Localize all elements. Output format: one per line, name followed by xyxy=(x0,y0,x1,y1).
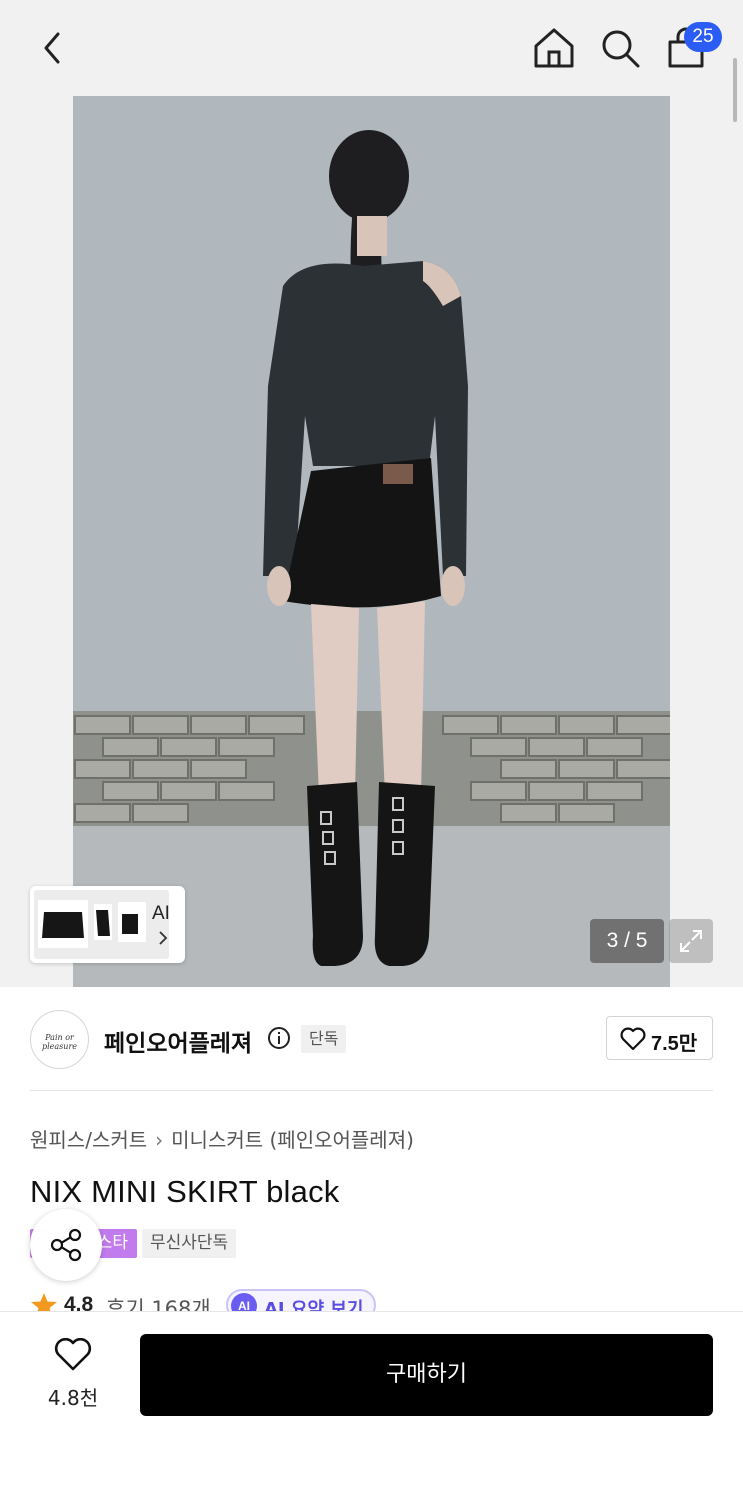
rating-row: 4.8 후기 168개 AI AI 요약 보기 xyxy=(30,1289,430,1312)
heart-icon xyxy=(620,1027,646,1051)
brand-like-button[interactable]: 7.5만 xyxy=(606,1016,713,1060)
product-title: NIX MINI SKIRT black xyxy=(30,1174,340,1209)
back-button[interactable] xyxy=(34,28,74,68)
ai-icon: AI xyxy=(231,1293,257,1312)
similar-items-thumbnail xyxy=(34,890,169,959)
divider xyxy=(30,1090,713,1091)
ai-summary-button[interactable]: AI AI 요약 보기 xyxy=(226,1289,376,1312)
chevron-left-icon xyxy=(44,32,60,64)
breadcrumb-subcategory[interactable]: 미니스커트 (페인오어플레져) xyxy=(171,1128,414,1152)
ai-similar-items-card[interactable]: AI xyxy=(30,886,185,963)
product-photo-illustration xyxy=(73,96,670,987)
home-icon xyxy=(534,28,574,68)
wishlist-count: 4.8천 xyxy=(47,1386,99,1410)
skirt-thumbnail-image xyxy=(38,900,146,948)
cart-count-badge: 25 xyxy=(684,22,722,52)
expand-button[interactable] xyxy=(669,919,713,963)
wishlist-button[interactable]: 4.8천 xyxy=(40,1338,106,1410)
scrollbar[interactable] xyxy=(733,58,737,122)
review-count[interactable]: 후기 168개 xyxy=(106,1293,211,1312)
musinsa-exclusive-tag: 무신사단독 xyxy=(142,1229,237,1258)
brand-name[interactable]: 페인오어플레져 xyxy=(104,1024,252,1058)
product-image[interactable] xyxy=(73,96,670,987)
chevron-right-icon xyxy=(159,931,168,945)
search-button[interactable] xyxy=(598,26,642,70)
breadcrumb-category[interactable]: 원피스/스커트 xyxy=(30,1128,147,1152)
bottom-action-bar: 4.8천 구매하기 xyxy=(0,1311,743,1500)
search-icon xyxy=(602,30,640,68)
exclusive-tag: 단독 xyxy=(301,1025,347,1053)
info-icon[interactable] xyxy=(267,1026,291,1050)
buy-button[interactable]: 구매하기 xyxy=(140,1334,713,1416)
share-button[interactable] xyxy=(30,1209,102,1281)
product-info: Pain or pleasure 페인오어플레져 단독 7.5만 원피스/스커트… xyxy=(0,987,743,1312)
brand-like-count: 7.5만 xyxy=(651,1033,698,1055)
home-button[interactable] xyxy=(532,26,576,70)
heart-icon xyxy=(54,1338,92,1371)
top-bar: 25 xyxy=(0,0,743,96)
star-icon xyxy=(31,1293,57,1312)
brand-logo[interactable]: Pain or pleasure xyxy=(30,1010,89,1069)
breadcrumb: 원피스/스커트 › 미니스커트 (페인오어플레져) xyxy=(30,1124,414,1153)
ai-summary-label: AI 요약 보기 xyxy=(264,1299,364,1312)
expand-icon xyxy=(680,930,702,952)
share-icon xyxy=(50,1228,82,1262)
rating-value: 4.8 xyxy=(64,1293,94,1312)
image-counter: 3 / 5 xyxy=(590,919,664,963)
ai-label: AI xyxy=(152,903,170,924)
breadcrumb-chevron-icon: › xyxy=(155,1128,164,1152)
brand-logo-text: Pain or pleasure xyxy=(42,1033,77,1051)
